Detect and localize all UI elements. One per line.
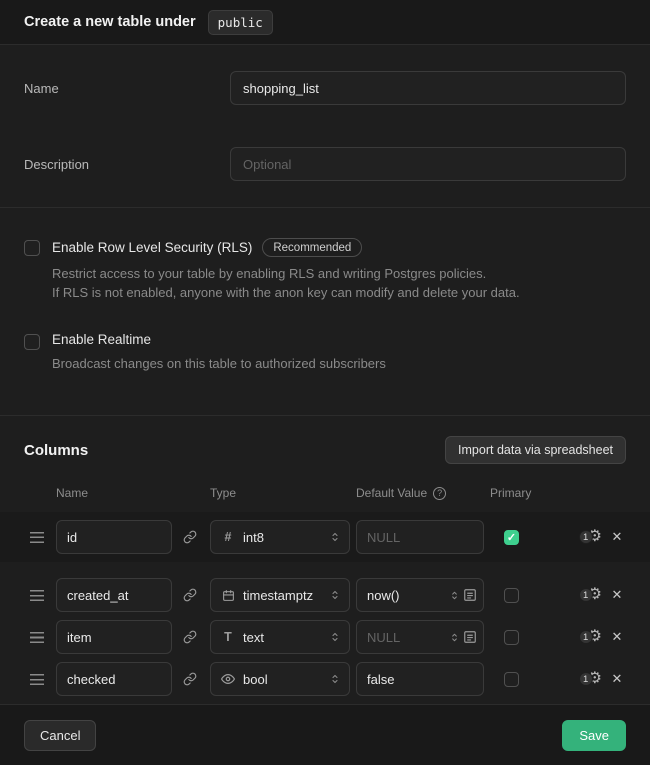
cancel-button[interactable]: Cancel	[24, 720, 96, 751]
hash-icon: #	[221, 531, 235, 544]
columns-heading: Columns	[24, 442, 88, 459]
header-default: Default Value ?	[356, 486, 484, 500]
type-label: int8	[243, 530, 321, 545]
column-row: bool	[24, 662, 626, 696]
type-label: timestamptz	[243, 588, 321, 603]
remove-column-icon[interactable]: ✕	[608, 629, 626, 645]
eye-icon	[221, 672, 235, 686]
column-type-select[interactable]: bool	[210, 662, 350, 696]
column-row: timestamptz	[24, 578, 626, 612]
column-name-input[interactable]	[56, 578, 172, 612]
table-description-input[interactable]	[230, 147, 626, 181]
column-settings-button[interactable]: 1 ⚙	[579, 629, 602, 645]
settings-count-badge: 1	[579, 672, 593, 686]
dialog-title: Create a new table under	[24, 14, 196, 30]
chevron-updown-icon	[329, 531, 341, 543]
text-icon: T	[221, 631, 235, 644]
header-type: Type	[210, 486, 350, 500]
rls-description: Restrict access to your table by enablin…	[52, 264, 520, 302]
calendar-icon	[221, 589, 235, 602]
settings-count-badge: 1	[579, 530, 593, 544]
save-button[interactable]: Save	[562, 720, 626, 751]
foreign-key-link-icon[interactable]	[178, 525, 202, 549]
description-label: Description	[24, 157, 230, 172]
table-info-section: Name Description	[0, 45, 650, 208]
remove-column-icon[interactable]: ✕	[608, 587, 626, 603]
remove-column-icon[interactable]: ✕	[608, 671, 626, 687]
remove-column-icon[interactable]: ✕	[608, 529, 626, 545]
columns-header-row: Name Type Default Value ? Primary	[24, 486, 626, 500]
drag-handle-icon[interactable]	[30, 632, 44, 643]
realtime-option: Enable Realtime Broadcast changes on thi…	[24, 332, 626, 373]
primary-checkbox[interactable]: ✓	[504, 530, 519, 545]
column-name-input[interactable]	[56, 662, 172, 696]
name-label: Name	[24, 81, 230, 96]
column-type-select[interactable]: # int8	[210, 520, 350, 554]
chevron-updown-icon	[449, 632, 460, 643]
rls-content: Enable Row Level Security (RLS) Recommen…	[52, 238, 520, 302]
foreign-key-link-icon[interactable]	[178, 583, 202, 607]
primary-checkbox[interactable]	[504, 630, 519, 645]
description-row: Description	[24, 147, 626, 181]
default-value-cell	[356, 520, 484, 554]
rls-option: Enable Row Level Security (RLS) Recommen…	[24, 238, 626, 302]
foreign-key-link-icon[interactable]	[178, 667, 202, 691]
rls-checkbox[interactable]	[24, 240, 40, 256]
column-settings-button[interactable]: 1 ⚙	[579, 671, 602, 687]
column-name-input[interactable]	[56, 520, 172, 554]
default-value-cell	[356, 620, 484, 654]
settings-count-badge: 1	[579, 588, 593, 602]
default-suggestions-icon[interactable]	[463, 630, 477, 644]
schema-badge: public	[208, 10, 273, 35]
column-name-input[interactable]	[56, 620, 172, 654]
create-table-dialog: Create a new table under public Name Des…	[0, 0, 650, 761]
dialog-header: Create a new table under public	[0, 0, 650, 45]
type-label: bool	[243, 672, 321, 687]
default-menu-group	[449, 588, 477, 602]
column-type-select[interactable]: T text	[210, 620, 350, 654]
default-value-cell	[356, 578, 484, 612]
drag-handle-icon[interactable]	[30, 590, 44, 601]
chevron-updown-icon	[449, 590, 460, 601]
foreign-key-link-icon[interactable]	[178, 625, 202, 649]
default-value-cell	[356, 662, 484, 696]
header-primary: Primary	[490, 486, 536, 500]
drag-handle-icon[interactable]	[30, 674, 44, 685]
primary-checkbox[interactable]	[504, 588, 519, 603]
primary-checkbox[interactable]	[504, 672, 519, 687]
settings-count-badge: 1	[579, 630, 593, 644]
help-icon[interactable]: ?	[433, 487, 446, 500]
chevron-updown-icon	[329, 631, 341, 643]
dialog-footer: Cancel Save	[0, 704, 650, 765]
realtime-content: Enable Realtime Broadcast changes on thi…	[52, 332, 386, 373]
table-name-input[interactable]	[230, 71, 626, 105]
name-row: Name	[24, 71, 626, 105]
chevron-updown-icon	[329, 673, 341, 685]
rls-label: Enable Row Level Security (RLS)	[52, 240, 252, 255]
realtime-checkbox[interactable]	[24, 334, 40, 350]
options-section: Enable Row Level Security (RLS) Recommen…	[0, 208, 650, 416]
default-menu-group	[449, 630, 477, 644]
column-settings-button[interactable]: 1 ⚙	[579, 587, 602, 603]
default-value-input[interactable]	[356, 520, 484, 554]
recommended-badge: Recommended	[262, 238, 362, 257]
column-row: # int8	[0, 512, 650, 562]
default-value-input[interactable]	[356, 662, 484, 696]
default-suggestions-icon[interactable]	[463, 588, 477, 602]
column-rows: # int8	[24, 512, 626, 696]
column-type-select[interactable]: timestamptz	[210, 578, 350, 612]
drag-handle-icon[interactable]	[30, 532, 44, 543]
column-row: T text	[24, 620, 626, 654]
columns-section: Columns Import data via spreadsheet Name…	[0, 416, 650, 704]
header-name: Name	[56, 486, 172, 500]
type-label: text	[243, 630, 321, 645]
column-settings-button[interactable]: 1 ⚙	[579, 529, 602, 545]
chevron-updown-icon	[329, 589, 341, 601]
import-spreadsheet-button[interactable]: Import data via spreadsheet	[445, 436, 626, 464]
realtime-description: Broadcast changes on this table to autho…	[52, 354, 386, 373]
realtime-label: Enable Realtime	[52, 332, 151, 347]
